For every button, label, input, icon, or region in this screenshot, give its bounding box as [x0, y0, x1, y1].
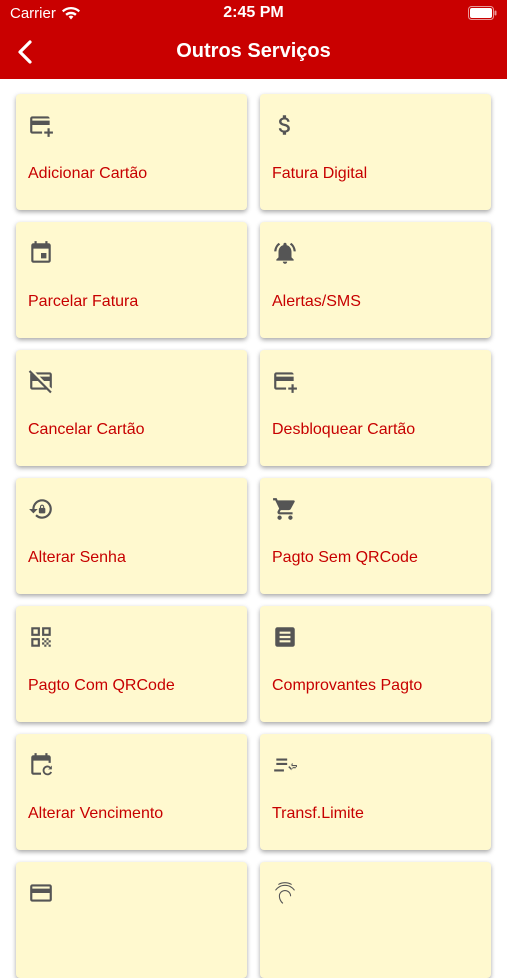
- service-card-cancelar-cartao[interactable]: Cancelar Cartão: [16, 350, 247, 466]
- card-off-icon: [28, 368, 54, 394]
- service-card-fatura-digital[interactable]: Fatura Digital: [260, 94, 491, 210]
- calendar-icon: [28, 240, 54, 266]
- service-label: Cancelar Cartão: [28, 421, 145, 438]
- receipt-icon: [272, 624, 298, 650]
- page-title: Outros Serviços: [176, 40, 331, 62]
- service-label: Alterar Senha: [28, 549, 126, 566]
- service-card-comprovantes-pagto[interactable]: Comprovantes Pagto: [260, 606, 491, 722]
- cart-icon: [272, 496, 298, 522]
- add-card-icon: [272, 368, 298, 394]
- qrcode-icon: [28, 624, 54, 650]
- service-label: Pagto Sem QRCode: [272, 549, 418, 566]
- dollar-icon: [272, 112, 298, 138]
- bell-icon: [272, 240, 298, 266]
- calendar-refresh-icon: [28, 752, 54, 778]
- service-card-pagto-sem-qrcode[interactable]: Pagto Sem QRCode: [260, 478, 491, 594]
- service-label: Comprovantes Pagto: [272, 677, 423, 694]
- status-bar: Carrier 2:45 PM: [0, 0, 507, 26]
- lock-reset-icon: [28, 496, 54, 522]
- service-label: Adicionar Cartão: [28, 165, 148, 182]
- services-grid: Adicionar Cartão Fatura Digital Parcelar…: [16, 94, 493, 978]
- add-card-icon: [28, 112, 54, 138]
- service-card[interactable]: [16, 862, 247, 978]
- service-card-pagto-com-qrcode[interactable]: Pagto Com QRCode: [16, 606, 247, 722]
- card-icon: [28, 880, 54, 906]
- service-card-alterar-vencimento[interactable]: Alterar Vencimento: [16, 734, 247, 850]
- service-label: Alertas/SMS: [272, 293, 361, 310]
- service-card[interactable]: [260, 862, 491, 978]
- service-card-adicionar-cartao[interactable]: Adicionar Cartão: [16, 94, 247, 210]
- service-label: Fatura Digital: [272, 165, 368, 182]
- service-label: Pagto Com QRCode: [28, 677, 175, 694]
- transfer-icon: [272, 752, 298, 778]
- service-card-parcelar-fatura[interactable]: Parcelar Fatura: [16, 222, 247, 338]
- status-time: 2:45 PM: [223, 4, 284, 21]
- service-label: Parcelar Fatura: [28, 293, 139, 310]
- service-card-desbloquear-cartao[interactable]: Desbloquear Cartão: [260, 350, 491, 466]
- service-label: Desbloquear Cartão: [272, 421, 416, 438]
- nav-bar: Outros Serviços: [0, 30, 507, 74]
- app-header: Carrier 2:45 PM Outros Serviços: [0, 0, 507, 79]
- service-card-alertas-sms[interactable]: Alertas/SMS: [260, 222, 491, 338]
- service-card-transf-limite[interactable]: Transf.Limite: [260, 734, 491, 850]
- fingerprint-icon: [272, 880, 298, 906]
- service-label: Transf.Limite: [272, 805, 364, 822]
- service-label: Alterar Vencimento: [28, 805, 164, 822]
- service-card-alterar-senha[interactable]: Alterar Senha: [16, 478, 247, 594]
- battery-icon: [468, 6, 497, 20]
